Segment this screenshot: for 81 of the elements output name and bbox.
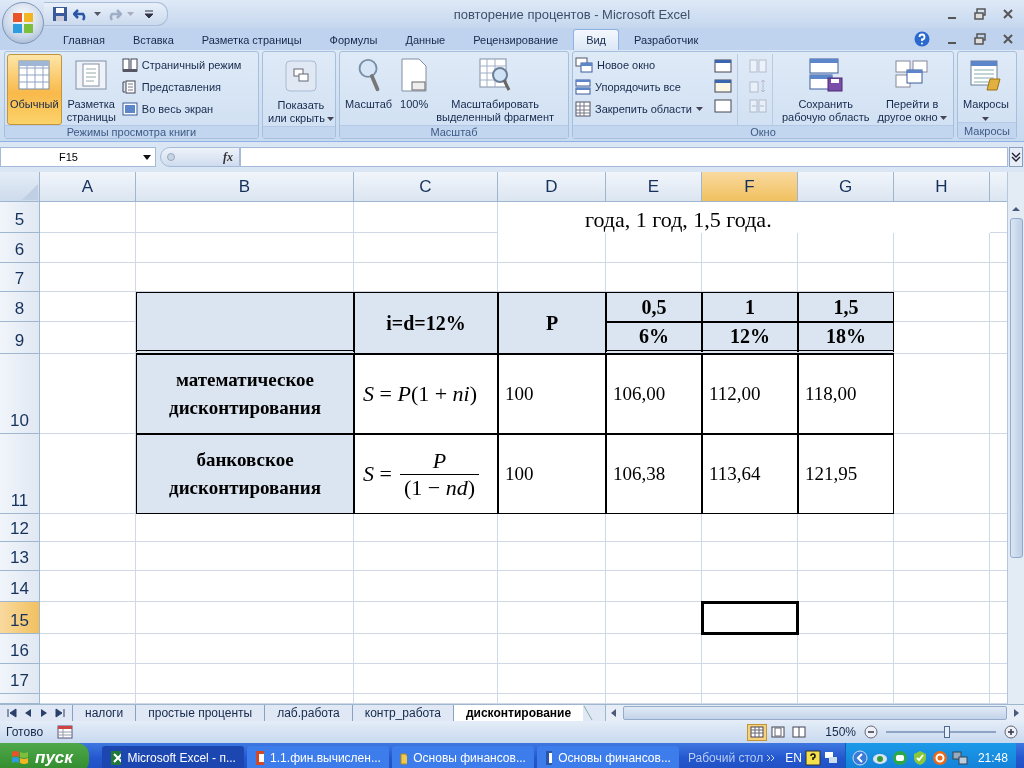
table-cell: 121,95 xyxy=(798,434,894,514)
ribbon-button[interactable]: Во весь экран xyxy=(121,101,242,117)
table-cell: P xyxy=(498,292,606,354)
status-text: Готово xyxy=(6,725,44,739)
ribbon-button[interactable]: Обычный xyxy=(7,54,62,125)
window-title: повторение процентов - Microsoft Excel xyxy=(452,6,692,22)
ribbon-tab[interactable]: Формулы xyxy=(316,29,391,50)
taskbar-button[interactable]: 1.1.фин.вычислен... xyxy=(246,746,389,768)
table-cell: банковское дисконтирования xyxy=(136,434,354,514)
column-header[interactable]: H xyxy=(894,172,990,202)
table-cell: i=d=12% xyxy=(354,292,498,354)
table-cell: 1,5 xyxy=(798,292,894,322)
name-box[interactable]: F15 xyxy=(0,147,156,167)
row-header[interactable]: 6 xyxy=(0,233,40,263)
table-cell: 0,5 xyxy=(606,292,702,322)
group-label: Окно xyxy=(750,126,776,138)
sheet-tab[interactable]: дисконтирование xyxy=(452,705,584,721)
column-header[interactable]: E xyxy=(606,172,702,202)
row-header[interactable]: 9 xyxy=(0,322,40,354)
ribbon-button[interactable]: Закрепить области xyxy=(575,101,703,117)
ribbon-button[interactable]: Показать или скрыть xyxy=(265,54,337,126)
ribbon-button[interactable]: Масштаб xyxy=(342,54,396,125)
table-cell: 6% xyxy=(606,322,702,354)
row-header[interactable]: 12 xyxy=(0,514,40,542)
group-label: Макросы xyxy=(964,124,1010,137)
row-header[interactable]: 7 xyxy=(0,263,40,292)
start-button[interactable]: пуск xyxy=(0,743,89,768)
group-label: Режимы просмотра книги xyxy=(66,126,197,138)
row-header[interactable]: 14 xyxy=(0,571,40,602)
table-cell: 18% xyxy=(798,322,894,354)
insert-function-button[interactable]: fx xyxy=(223,149,233,165)
ribbon-tab[interactable]: Данные xyxy=(392,29,459,50)
zoom-level[interactable]: 150% xyxy=(825,725,856,739)
ribbon-button[interactable]: Макросы xyxy=(960,54,1012,122)
taskbar-button[interactable]: Основы финансов... xyxy=(391,746,534,768)
table-cell: 1 xyxy=(702,292,798,322)
row-header[interactable]: 13 xyxy=(0,542,40,571)
row-header[interactable]: 17 xyxy=(0,664,40,694)
ribbon-button[interactable]: Разметка страницы xyxy=(63,54,119,125)
ribbon-tab[interactable]: Рецензирование xyxy=(460,29,572,50)
table-cell: 106,00 xyxy=(606,354,702,434)
formula-cell: S = P(1 + ni) xyxy=(354,354,498,434)
clock: 21:48 xyxy=(977,751,1008,765)
column-header[interactable]: D xyxy=(498,172,606,202)
taskbar-button[interactable]: Основы финансов... xyxy=(536,746,679,768)
language-indicator[interactable]: EN xyxy=(785,751,802,765)
ribbon-tab[interactable]: Главная xyxy=(50,29,118,50)
table-cell: 100 xyxy=(498,354,606,434)
column-header[interactable]: B xyxy=(136,172,354,202)
ribbon-button[interactable]: Сохранить рабочую область xyxy=(778,54,873,125)
ribbon-button[interactable]: Страничный режим xyxy=(121,57,242,73)
row-header[interactable]: 11 xyxy=(0,434,40,514)
table-cell: 118,00 xyxy=(798,354,894,434)
taskbar-button[interactable]: Microsoft Excel - п... xyxy=(101,746,244,768)
row-header[interactable]: 8 xyxy=(0,292,40,322)
ribbon-tab[interactable]: Вид xyxy=(573,29,620,50)
ribbon-button[interactable]: Упорядочить все xyxy=(575,79,703,95)
row-header[interactable]: 5 xyxy=(0,202,40,233)
column-header[interactable]: F xyxy=(702,172,798,202)
row-header[interactable]: 15 xyxy=(0,602,40,634)
ribbon-tab[interactable]: Разработчик xyxy=(621,29,712,50)
column-header[interactable]: A xyxy=(40,172,136,202)
group-label: Масштаб xyxy=(430,126,478,138)
ribbon-button[interactable]: Масштабировать выделенный фрагмент xyxy=(433,54,557,125)
ribbon-tab[interactable]: Вставка xyxy=(119,29,187,50)
table-cell: 112,00 xyxy=(702,354,798,434)
ribbon-button[interactable]: Представления xyxy=(121,79,242,95)
table-cell: 12% xyxy=(702,322,798,354)
ribbon-button[interactable]: Перейти в другое окно xyxy=(874,54,950,125)
table-cell: 106,38 xyxy=(606,434,702,514)
ribbon-button[interactable]: Новое окно xyxy=(575,57,703,73)
ribbon-tab[interactable]: Разметка страницы xyxy=(188,29,315,50)
table-cell: 100 xyxy=(498,434,606,514)
row-header[interactable]: 10 xyxy=(0,354,40,434)
table-cell: математическое дисконтирования xyxy=(136,354,354,434)
column-header[interactable]: C xyxy=(354,172,498,202)
column-header[interactable]: G xyxy=(798,172,894,202)
table-cell: 113,64 xyxy=(702,434,798,514)
toolbar-label[interactable]: Рабочий стол xyxy=(687,751,764,765)
ribbon-button[interactable]: 100% xyxy=(397,54,432,125)
row-header[interactable]: 16 xyxy=(0,634,40,664)
